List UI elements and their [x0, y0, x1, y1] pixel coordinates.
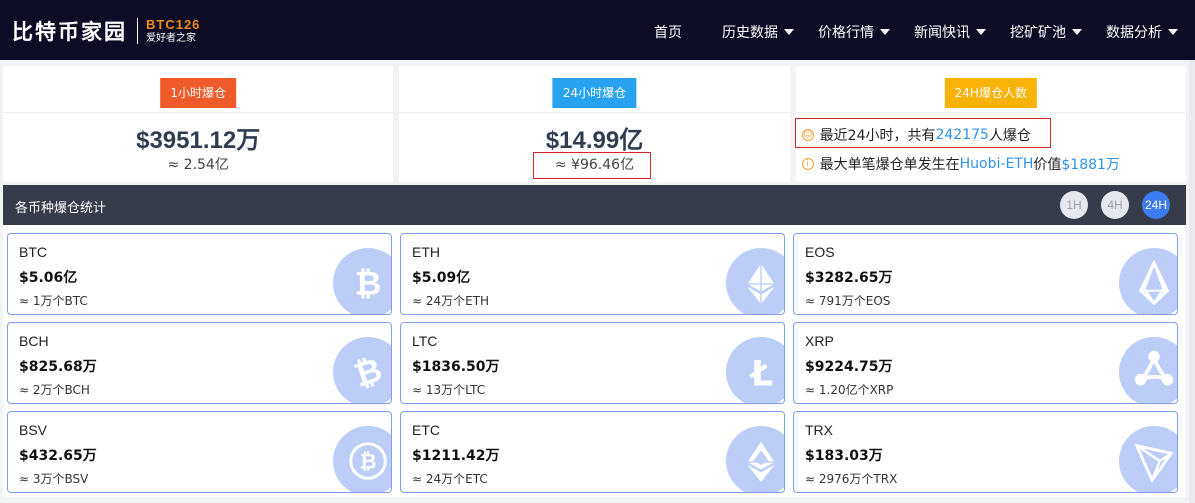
coin-card-eos[interactable]: EOS $3282.65万 ≈ 791万个EOS — [793, 233, 1178, 315]
svg-text:₿: ₿ — [350, 350, 387, 394]
coin-liquidation-count: ≈ 24万个ETC — [412, 472, 488, 486]
ethereum-icon — [726, 248, 784, 314]
coin-liquidation-count: ≈ 13万个LTC — [412, 383, 486, 397]
largest-mid: 价值 — [1033, 157, 1062, 173]
largest-exchange-link[interactable]: Huobi-ETH — [960, 156, 1034, 172]
nav-label: 价格行情 — [818, 25, 874, 41]
coin-card-etc[interactable]: ETC $1211.42万 ≈ 24万个ETC — [400, 411, 785, 493]
coin-liquidation-count: ≈ 2976万个TRX — [805, 472, 898, 486]
coin-name: BSV — [19, 422, 48, 438]
coin-liquidation-count: ≈ 1万个BTC — [19, 294, 88, 308]
tron-icon — [1119, 426, 1177, 492]
scrollbar[interactable] — [1189, 60, 1195, 503]
coin-stats-header: 各币种爆仓统计 1H 4H 24H — [3, 185, 1186, 225]
coin-name: BCH — [19, 333, 49, 349]
coin-grid: BTC $5.06亿 ≈ 1万个BTC ₿ ETH $5.09亿 ≈ 24万个ETH EOS $… — [3, 225, 1186, 497]
nav-label: 首页 — [654, 25, 682, 41]
nav-label: 挖矿矿池 — [1010, 25, 1066, 41]
sub-value-1h: ≈ 2.54亿 — [3, 154, 393, 174]
bitcoin-cash-icon: ₿ — [333, 337, 391, 403]
coin-liquidation-count: ≈ 791万个EOS — [805, 294, 891, 308]
nav-item-4[interactable]: 挖矿矿池 — [1010, 22, 1082, 42]
card-divider — [399, 112, 790, 113]
nav-item-1[interactable]: 历史数据 — [722, 22, 794, 42]
coin-liquidation-value: $1836.50万 — [412, 359, 500, 375]
coin-liquidation-value: $825.68万 — [19, 359, 97, 375]
summary-card-people: 24H爆仓人数 ☺ 最近24小时，共有 242175 人爆仓 i 最大单笔爆仓单… — [794, 66, 1186, 182]
badge-24h[interactable]: 24小时爆仓 — [552, 78, 637, 108]
coin-card-ltc[interactable]: LTC $1836.50万 ≈ 13万个LTC Ł — [400, 322, 785, 404]
summary-card-24h: 24小时爆仓 $14.99亿 ≈ ¥96.46亿 — [399, 66, 790, 182]
ripple-icon — [1119, 337, 1177, 403]
coin-name: ETC — [412, 422, 440, 438]
bitcoin-icon: ₿ — [333, 248, 391, 314]
caret-down-icon — [1168, 29, 1178, 35]
coin-liquidation-value: $3282.65万 — [805, 270, 893, 286]
bsv-icon: ₿ — [333, 426, 391, 492]
highlight-box — [533, 152, 652, 179]
coin-name: TRX — [805, 422, 833, 438]
nav-label: 新闻快讯 — [914, 25, 970, 41]
coin-card-btc[interactable]: BTC $5.06亿 ≈ 1万个BTC ₿ — [7, 233, 392, 315]
range-button-24h[interactable]: 24H — [1142, 191, 1170, 219]
nav-item-3[interactable]: 新闻快讯 — [914, 22, 986, 42]
coin-liquidation-value: $5.06亿 — [19, 270, 78, 286]
coin-name: BTC — [19, 244, 47, 260]
coin-liquidation-count: ≈ 24万个ETH — [412, 294, 490, 308]
nav-label: 数据分析 — [1106, 25, 1162, 41]
top-header: 比特币家园 BTC126 爱好者之家 首页 历史数据 价格行情 新闻快讯 挖矿矿池 数据分… — [0, 0, 1195, 60]
main-nav: 首页 历史数据 价格行情 新闻快讯 挖矿矿池 数据分析 — [0, 0, 1195, 60]
coin-liquidation-value: $1211.42万 — [412, 448, 500, 464]
coin-liquidation-value: $183.03万 — [805, 448, 883, 464]
caret-down-icon — [784, 29, 794, 35]
badge-people[interactable]: 24H爆仓人数 — [944, 78, 1037, 108]
coin-card-bsv[interactable]: BSV $432.65万 ≈ 3万个BSV ₿ — [7, 411, 392, 493]
nav-item-5[interactable]: 数据分析 — [1106, 22, 1178, 42]
highlight-box — [794, 118, 1051, 148]
caret-down-icon — [1072, 29, 1082, 35]
svg-text:Ł: Ł — [749, 354, 773, 394]
caret-down-icon — [880, 29, 890, 35]
range-button-4h[interactable]: 4H — [1101, 191, 1129, 219]
coin-card-bch[interactable]: BCH $825.68万 ≈ 2万个BCH ₿ — [7, 322, 392, 404]
badge-1h[interactable]: 1小时爆仓 — [160, 78, 236, 108]
coin-liquidation-value: $5.09亿 — [412, 270, 471, 286]
sub-text-1h: ≈ 2.54亿 — [167, 157, 229, 173]
coin-name: XRP — [805, 333, 834, 349]
svg-text:₿: ₿ — [359, 449, 376, 474]
svg-text:₿: ₿ — [355, 265, 382, 303]
card-divider — [3, 112, 394, 113]
nav-label: 历史数据 — [722, 25, 778, 41]
nav-item-2[interactable]: 价格行情 — [818, 22, 890, 42]
coin-card-trx[interactable]: TRX $183.03万 ≈ 2976万个TRX — [793, 411, 1178, 493]
nav-item-0[interactable]: 首页 — [654, 22, 682, 42]
info-line-largest: i 最大单笔爆仓单发生在 Huobi-ETH 价值 $1881万 — [796, 154, 1120, 174]
eos-icon — [1119, 248, 1177, 314]
coin-name: EOS — [805, 244, 835, 260]
largest-value: $1881万 — [1061, 157, 1120, 173]
value-1h: $3951.12万 — [136, 127, 261, 154]
litecoin-icon: Ł — [726, 337, 784, 403]
coin-name: ETH — [412, 244, 440, 260]
caret-down-icon — [976, 29, 986, 35]
coin-liquidation-count: ≈ 2万个BCH — [19, 383, 90, 397]
coin-liquidation-value: $9224.75万 — [805, 359, 893, 375]
ethereum-classic-icon — [726, 426, 784, 492]
range-button-1h[interactable]: 1H — [1060, 191, 1088, 219]
value-24h: $14.99亿 — [545, 127, 644, 154]
coin-card-eth[interactable]: ETH $5.09亿 ≈ 24万个ETH — [400, 233, 785, 315]
largest-prefix: 最大单笔爆仓单发生在 — [819, 157, 960, 173]
coin-liquidation-count: ≈ 1.20亿个XRP — [805, 383, 894, 397]
stats-title: 各币种爆仓统计 — [15, 201, 107, 216]
coin-liquidation-value: $432.65万 — [19, 448, 97, 464]
card-divider — [795, 112, 1186, 113]
coin-card-xrp[interactable]: XRP $9224.75万 ≈ 1.20亿个XRP — [793, 322, 1178, 404]
summary-card-1h: 1小时爆仓 $3951.12万 ≈ 2.54亿 — [3, 66, 394, 182]
liquidation-summary: 1小时爆仓 $3951.12万 ≈ 2.54亿 24小时爆仓 $14.99亿 ≈… — [3, 66, 1186, 182]
info-icon: i — [801, 158, 814, 170]
range-selector: 1H 4H 24H — [1060, 191, 1170, 219]
coin-name: LTC — [412, 333, 438, 349]
coin-liquidation-count: ≈ 3万个BSV — [19, 472, 89, 486]
